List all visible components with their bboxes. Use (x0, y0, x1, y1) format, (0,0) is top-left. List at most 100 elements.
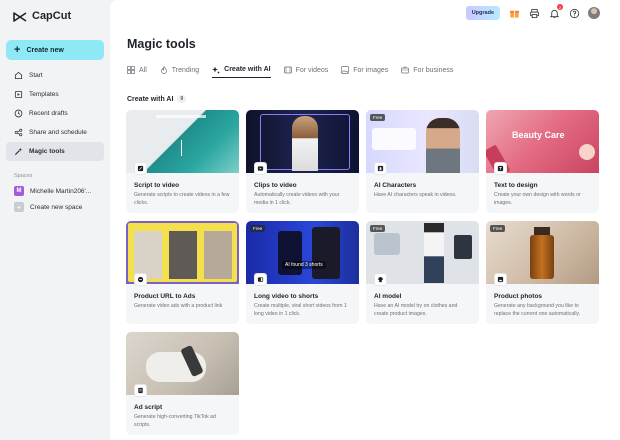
sidebar-item-label: Start (29, 72, 43, 79)
sidebar: CapCut + Create new Start Templates Rece… (0, 0, 110, 440)
sidebar-item-share-and-schedule[interactable]: Share and schedule (6, 123, 104, 142)
main-content: Upgrade 2 Magic tools All Trending Creat… (110, 0, 620, 440)
text-design-icon (494, 162, 507, 175)
plus-icon: + (14, 43, 21, 56)
create-new-button[interactable]: + Create new (6, 40, 104, 60)
shorts-found-label: AI found 3 shorts (282, 261, 326, 269)
create-space-button[interactable]: + Create new space (6, 199, 104, 215)
free-badge: Free (370, 114, 386, 121)
sidebar-item-magic-tools[interactable]: Magic tools (6, 142, 104, 161)
sidebar-item-label: Templates (29, 91, 59, 98)
tab-all[interactable]: All (127, 62, 147, 78)
card-title: Clips to video (254, 182, 297, 189)
shorts-icon (254, 273, 267, 286)
free-badge: Free (250, 225, 266, 232)
page-title: Magic tools (127, 37, 196, 51)
tool-card-product-url-to-ads[interactable]: Product URL to Ads Generate video ads wi… (126, 221, 239, 324)
section-title: Create with AI (127, 95, 174, 103)
tool-card-long-video-to-shorts[interactable]: AI found 3 shorts Free Long video to sho… (246, 221, 359, 324)
script-icon (134, 162, 147, 175)
card-description: Generate video ads with a product link (134, 303, 223, 309)
design-overlay-text: Beauty Care (512, 130, 565, 140)
sidebar-item-label: Magic tools (29, 148, 65, 155)
card-title: Script to video (134, 182, 180, 189)
create-space-label: Create new space (30, 203, 83, 211)
spaces-heading: Spaces (14, 173, 33, 179)
tool-card-script-to-video[interactable]: Script to video Generate scripts to crea… (126, 110, 239, 213)
sidebar-item-start[interactable]: Start (6, 66, 104, 85)
help-icon[interactable] (568, 7, 580, 19)
card-title: AI model (374, 293, 402, 300)
sparkle-icon (212, 66, 221, 74)
space-item[interactable]: M Michelle Martin206'... (6, 183, 104, 199)
sidebar-item-recent-drafts[interactable]: Recent drafts (6, 104, 104, 123)
image-icon (341, 66, 350, 74)
top-bar: Upgrade 2 (465, 4, 600, 20)
tools-grid: Script to video Generate scripts to crea… (126, 110, 599, 435)
clips-icon (254, 162, 267, 175)
card-description: Generate high-converting TikTok ad scrip… (134, 414, 216, 428)
tab-label: For videos (295, 66, 329, 74)
sidebar-item-templates[interactable]: Templates (6, 85, 104, 104)
card-title: Long video to shorts (254, 293, 319, 300)
sidebar-nav: Start Templates Recent drafts Share and … (6, 66, 104, 161)
card-description: Have an AI model try on clothes and crea… (374, 303, 458, 317)
notification-badge: 2 (557, 4, 563, 10)
home-icon (14, 71, 23, 80)
card-title: Text to design (494, 182, 538, 189)
free-badge: Free (370, 225, 386, 232)
tab-create-with-ai[interactable]: Create with AI (212, 62, 271, 78)
briefcase-icon (401, 66, 410, 74)
card-title: Product photos (494, 293, 543, 300)
card-title: Product URL to Ads (134, 293, 196, 300)
share-icon (14, 128, 23, 137)
sidebar-item-label: Recent drafts (29, 110, 68, 117)
app-name: CapCut (32, 10, 72, 22)
grid-icon (127, 66, 135, 74)
tab-for-videos[interactable]: For videos (283, 62, 329, 78)
card-description: Automatically create videos with your me… (254, 192, 340, 206)
tab-label: Create with AI (224, 66, 271, 73)
capcut-logo[interactable]: CapCut (13, 8, 104, 24)
sidebar-item-label: Share and schedule (29, 129, 87, 136)
photo-icon (494, 273, 507, 286)
tool-card-product-photos[interactable]: Free Product photos Generate any backgro… (486, 221, 599, 324)
create-new-label: Create new (26, 46, 64, 54)
tab-label: All (139, 66, 147, 74)
tab-for-images[interactable]: For images (341, 62, 388, 78)
tool-card-clips-to-video[interactable]: Clips to video Automatically create vide… (246, 110, 359, 213)
tab-label: Trending (171, 66, 200, 74)
flame-icon (160, 66, 168, 74)
space-name: Michelle Martin206'... (30, 187, 92, 195)
avatar[interactable] (588, 7, 600, 19)
bell-icon[interactable]: 2 (548, 4, 563, 19)
tool-card-text-to-design[interactable]: Beauty Care Text to design Create your o… (486, 110, 599, 213)
plus-icon: + (14, 202, 24, 212)
upgrade-button[interactable]: Upgrade (465, 6, 500, 20)
printer-icon[interactable] (528, 7, 540, 19)
templates-icon (14, 90, 23, 99)
card-description: Generate any background you like to repl… (494, 303, 581, 317)
tab-for-business[interactable]: For business (401, 62, 453, 78)
tool-card-ai-model[interactable]: Free AI model Have an AI model try on cl… (366, 221, 479, 324)
tool-card-ad-script[interactable]: Ad script Generate high-converting TikTo… (126, 332, 239, 435)
section-count: 9 (177, 95, 187, 103)
card-description: Create your own design with words or ima… (494, 192, 581, 206)
tab-trending[interactable]: Trending (160, 62, 199, 78)
card-description: Generate scripts to create videos in a f… (134, 192, 230, 206)
link-icon (134, 273, 147, 286)
tool-card-ai-characters[interactable]: Free AI Characters Have AI characters sp… (366, 110, 479, 213)
tab-label: For business (413, 66, 454, 74)
tab-label: For images (353, 66, 389, 74)
space-avatar: M (14, 186, 24, 196)
magic-wand-icon (14, 147, 23, 156)
category-tabs: All Trending Create with AI For videos F… (127, 62, 453, 79)
card-description: Create multiple, viral short videos from… (254, 303, 347, 317)
section-heading: Create with AI 9 (127, 95, 187, 103)
clock-icon (14, 109, 23, 118)
document-icon (134, 384, 147, 397)
card-description: Have AI characters speak in videos. (374, 192, 457, 198)
character-icon (374, 162, 387, 175)
gift-icon[interactable] (508, 7, 520, 19)
card-title: AI Characters (374, 182, 417, 189)
